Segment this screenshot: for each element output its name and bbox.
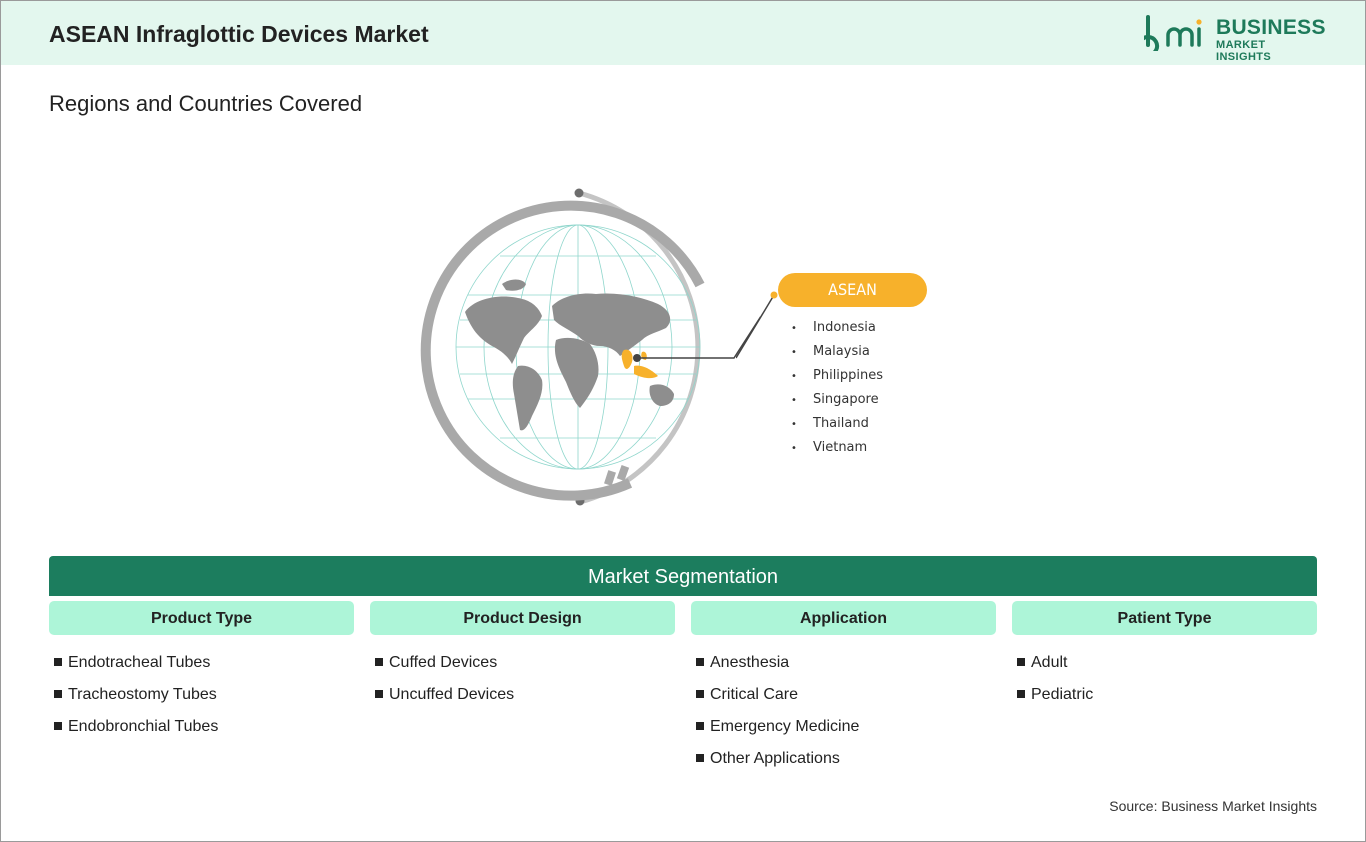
segment-item: Endobronchial Tubes xyxy=(54,718,218,750)
segment-item: Emergency Medicine xyxy=(696,718,859,750)
country-item: • Thailand xyxy=(791,416,869,431)
market-segmentation-bar: Market Segmentation xyxy=(49,556,1317,596)
segment-list-product-design: Cuffed Devices Uncuffed Devices xyxy=(375,654,514,718)
country-item: • Singapore xyxy=(791,392,879,407)
brand-logo: BUSINESS MARKET INSIGHTS xyxy=(1137,15,1326,63)
segment-item: Endotracheal Tubes xyxy=(54,654,218,686)
segment-item: Critical Care xyxy=(696,686,859,718)
logo-word-market-insights: MARKET INSIGHTS xyxy=(1216,39,1272,63)
country-list: • Indonesia • Malaysia • Philippines • Singa… xyxy=(791,320,883,464)
segment-header-product-design: Product Design xyxy=(370,601,675,635)
segment-list-application: Anesthesia Critical Care Emergency Medic… xyxy=(696,654,859,782)
segment-item: Uncuffed Devices xyxy=(375,686,514,718)
section-subtitle: Regions and Countries Covered xyxy=(49,91,363,116)
bmi-logo-icon xyxy=(1137,15,1202,57)
country-item: • Philippines xyxy=(791,368,884,383)
globe-icon xyxy=(420,188,777,506)
page-title: ASEAN Infraglottic Devices Market xyxy=(49,21,429,47)
segment-list-patient-type: Adult Pediatric xyxy=(1017,654,1093,718)
source-note: Source: Business Market Insights xyxy=(1109,798,1317,814)
segment-item: Cuffed Devices xyxy=(375,654,514,686)
country-item: • Vietnam xyxy=(791,440,868,455)
segment-list-product-type: Endotracheal Tubes Tracheostomy Tubes En… xyxy=(54,654,218,750)
segment-item: Tracheostomy Tubes xyxy=(54,686,218,718)
logo-word-business: BUSINESS xyxy=(1216,16,1326,39)
segment-item: Anesthesia xyxy=(696,654,859,686)
segment-item: Pediatric xyxy=(1017,686,1093,718)
segment-header-patient-type: Patient Type xyxy=(1012,601,1317,635)
segment-item: Other Applications xyxy=(696,750,859,782)
connector-line xyxy=(736,291,778,359)
country-item: • Malaysia xyxy=(791,344,870,359)
segment-item: Adult xyxy=(1017,654,1093,686)
segment-header-application: Application xyxy=(691,601,996,635)
country-item: • Indonesia xyxy=(791,320,876,335)
header-band: ASEAN Infraglottic Devices Market BUSINE… xyxy=(1,1,1365,65)
segment-header-product-type: Product Type xyxy=(49,601,354,635)
globe-illustration xyxy=(420,180,777,515)
region-badge-asean: ASEAN xyxy=(778,273,927,307)
